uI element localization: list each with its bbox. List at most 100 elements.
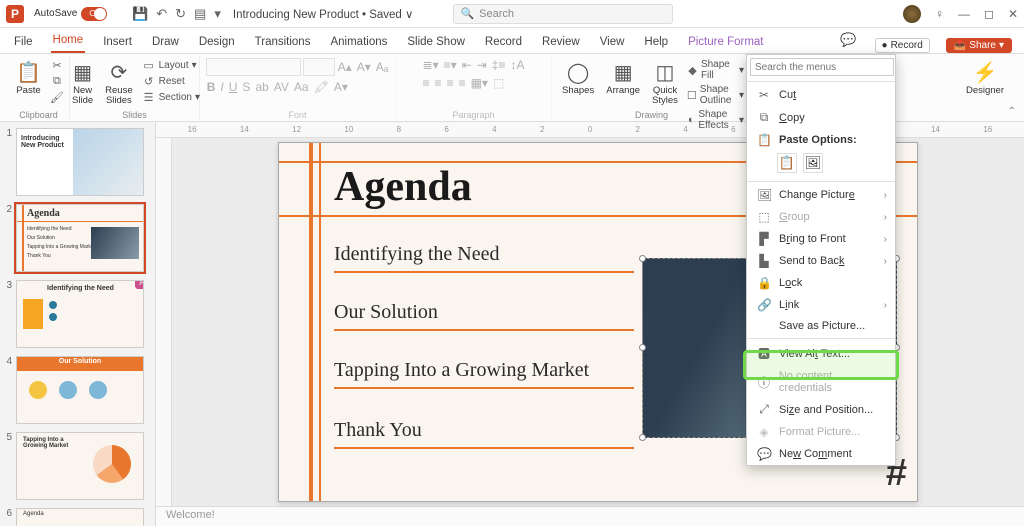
- search-box[interactable]: 🔍 Search: [453, 4, 673, 24]
- numbering-icon[interactable]: ≡▾: [443, 58, 458, 72]
- close-icon[interactable]: ✕: [1008, 7, 1018, 21]
- highlight-icon[interactable]: 🖍: [313, 80, 330, 94]
- indent-left-icon[interactable]: ⇤: [461, 58, 473, 72]
- comments-button[interactable]: 💬: [838, 32, 858, 53]
- thumbnail-6[interactable]: Agenda: [16, 508, 144, 526]
- resize-handle-sw[interactable]: [639, 434, 646, 441]
- paste-keep-source-icon[interactable]: 📋: [777, 153, 797, 173]
- tab-help[interactable]: Help: [642, 36, 670, 53]
- shadow-button[interactable]: ab: [254, 80, 269, 94]
- minimize-icon[interactable]: —: [958, 7, 970, 21]
- agenda-item-2[interactable]: Our Solution: [334, 301, 438, 324]
- collapse-ribbon-icon[interactable]: ⌃: [1008, 106, 1016, 117]
- quick-styles-button[interactable]: ◫Quick Styles: [648, 58, 682, 109]
- tab-transitions[interactable]: Transitions: [253, 36, 313, 53]
- menu-format-picture[interactable]: ◈Format Picture...: [747, 421, 895, 443]
- record-button[interactable]: ● Record: [875, 38, 930, 53]
- document-title[interactable]: Introducing New Product • Saved ∨: [233, 7, 414, 21]
- align-center-icon[interactable]: ≡: [434, 76, 443, 90]
- align-right-icon[interactable]: ≡: [446, 76, 455, 90]
- redo-icon[interactable]: ↻: [175, 6, 186, 22]
- font-name-input[interactable]: [206, 58, 301, 76]
- paste-button[interactable]: 📋Paste: [12, 58, 45, 98]
- shapes-button[interactable]: ◯Shapes: [558, 58, 598, 98]
- thumbnail-1[interactable]: Introducing New Product: [16, 128, 144, 196]
- agenda-item-3[interactable]: Tapping Into a Growing Market: [334, 359, 589, 382]
- cut-button[interactable]: ✂: [49, 58, 65, 73]
- paste-picture-icon[interactable]: 🖼: [803, 153, 823, 173]
- text-direction-icon[interactable]: ↕A: [509, 58, 525, 72]
- menu-lock[interactable]: 🔒Lock: [747, 272, 895, 294]
- menu-cut[interactable]: ✂Cut: [747, 84, 895, 106]
- slide-title[interactable]: Agenda: [334, 163, 472, 211]
- menu-change-picture[interactable]: 🖼Change Picture›: [747, 184, 895, 206]
- menu-copy[interactable]: ⧉Copy: [747, 106, 895, 129]
- section-button[interactable]: ☰Section▾: [141, 90, 201, 105]
- arrange-button[interactable]: ▦Arrange: [602, 58, 644, 98]
- menu-save-as-picture[interactable]: Save as Picture...: [747, 316, 895, 336]
- menu-send-to-back[interactable]: ▙Send to Back›: [747, 250, 895, 272]
- line-spacing-icon[interactable]: ‡≡: [491, 58, 507, 72]
- thumbnail-4[interactable]: Our Solution: [16, 356, 144, 424]
- clear-format-icon[interactable]: Aₐ: [375, 60, 389, 74]
- strike-button[interactable]: S: [241, 80, 251, 94]
- menu-size-position[interactable]: ⤢Size and Position...: [747, 398, 895, 421]
- autosave-toggle[interactable]: AutoSave On: [34, 7, 122, 21]
- agenda-item-1[interactable]: Identifying the Need: [334, 243, 500, 266]
- agenda-item-4[interactable]: Thank You: [334, 419, 422, 442]
- copy-button[interactable]: ⧉: [49, 74, 65, 89]
- tab-file[interactable]: File: [12, 36, 35, 53]
- thumbnail-3[interactable]: AIdentifying the Need: [16, 280, 144, 348]
- slide-thumbnails-panel[interactable]: 1Introducing New Product 2AgendaIdentify…: [0, 122, 156, 526]
- shape-outline-button[interactable]: ☐Shape Outline▾: [686, 83, 745, 107]
- share-button[interactable]: 📤 Share ▾: [946, 38, 1012, 53]
- columns-icon[interactable]: ▦▾: [470, 76, 489, 90]
- spacing-button[interactable]: AV: [273, 80, 290, 94]
- shrink-font-icon[interactable]: A▾: [356, 60, 372, 74]
- more-icon[interactable]: ▾: [214, 6, 221, 22]
- reset-button[interactable]: ↺Reset: [141, 74, 201, 89]
- justify-icon[interactable]: ≡: [458, 76, 467, 90]
- align-left-icon[interactable]: ≡: [422, 76, 431, 90]
- menu-bring-to-front[interactable]: ▛Bring to Front›: [747, 228, 895, 250]
- tab-slideshow[interactable]: Slide Show: [405, 36, 467, 53]
- tab-design[interactable]: Design: [197, 36, 237, 53]
- thumbnail-2[interactable]: AgendaIdentifying the NeedOur SolutionTa…: [16, 204, 144, 272]
- present-icon[interactable]: ▤: [194, 6, 206, 22]
- tab-record[interactable]: Record: [483, 36, 524, 53]
- designer-button[interactable]: ⚡Designer: [962, 58, 1008, 98]
- layout-button[interactable]: ▭Layout▾: [141, 58, 201, 73]
- bullets-icon[interactable]: ≣▾: [422, 58, 440, 72]
- undo-icon[interactable]: ↶: [156, 6, 167, 22]
- resize-handle-w[interactable]: [639, 344, 646, 351]
- indent-right-icon[interactable]: ⇥: [476, 58, 488, 72]
- maximize-icon[interactable]: ◻: [984, 7, 994, 21]
- smartart-icon[interactable]: ⬚: [492, 76, 505, 90]
- resize-handle-nw[interactable]: [639, 255, 646, 262]
- new-slide-button[interactable]: ▦New Slide: [68, 58, 97, 109]
- tab-picture-format[interactable]: Picture Format: [686, 36, 765, 53]
- menu-new-comment[interactable]: 💬New Comment: [747, 443, 895, 465]
- case-button[interactable]: Aa: [293, 80, 310, 94]
- italic-button[interactable]: I: [219, 80, 224, 94]
- shape-fill-button[interactable]: ◆Shape Fill▾: [686, 58, 745, 82]
- tab-home[interactable]: Home: [51, 34, 86, 53]
- insights-icon[interactable]: ♀: [935, 7, 944, 21]
- thumbnail-5[interactable]: Tapping Into a Growing Market: [16, 432, 144, 500]
- reuse-slides-button[interactable]: ⟳Reuse Slides: [101, 58, 136, 109]
- notes-pane[interactable]: Welcome!: [156, 506, 1024, 526]
- font-size-input[interactable]: [303, 58, 335, 76]
- save-icon[interactable]: 💾: [132, 6, 148, 22]
- format-painter-button[interactable]: 🖌: [49, 90, 65, 105]
- tab-animations[interactable]: Animations: [328, 36, 389, 53]
- tab-insert[interactable]: Insert: [101, 36, 134, 53]
- tab-review[interactable]: Review: [540, 36, 582, 53]
- user-avatar-icon[interactable]: [903, 5, 921, 23]
- tab-draw[interactable]: Draw: [150, 36, 181, 53]
- grow-font-icon[interactable]: A▴: [337, 60, 353, 74]
- tab-view[interactable]: View: [598, 36, 627, 53]
- bold-button[interactable]: B: [206, 80, 217, 94]
- menu-search-input[interactable]: [750, 58, 894, 76]
- underline-button[interactable]: U: [228, 80, 239, 94]
- font-color-icon[interactable]: A▾: [333, 80, 349, 94]
